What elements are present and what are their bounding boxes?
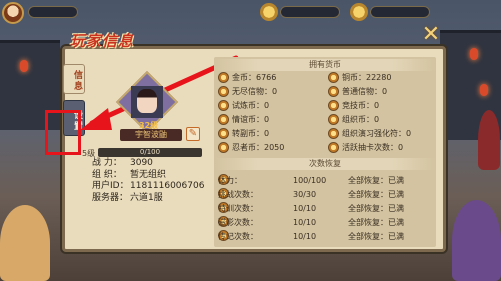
currency-icon	[218, 86, 229, 97]
edit-name-button[interactable]: ✎	[186, 127, 200, 141]
currency-icon	[328, 72, 339, 83]
recovery-section-title: 次数恢复	[214, 158, 436, 170]
currency-icon	[328, 142, 339, 153]
currency-item: 竞技币：0	[328, 100, 379, 112]
currency-icon	[218, 142, 229, 153]
currency-item: 活跃抽卡次数：0	[328, 142, 403, 154]
currency-item: 组织币：0	[328, 114, 379, 126]
stat-row: 服务器： 六道1服	[92, 192, 163, 203]
currency-icon	[218, 72, 229, 83]
currency-icon	[328, 86, 339, 97]
currency-item: 忍者币：2050	[218, 142, 284, 154]
exp-value: 0/100	[139, 148, 161, 156]
currency-item: 组织演习强化符：0	[328, 128, 411, 140]
recovery-row: 磁影次数： 10/10 全部恢复：已满	[218, 216, 404, 227]
currency-item: 金币：6766	[218, 72, 276, 84]
stat-row: 组 织： 暂无组织	[92, 169, 167, 180]
currency-icon	[218, 100, 229, 111]
currency-section-title: 拥有货币	[214, 59, 436, 71]
avatar-portrait	[137, 89, 157, 113]
currency-icon	[218, 114, 229, 125]
recovery-row: 体力： 100/100 全部恢复：已满	[218, 174, 404, 185]
currency-icon	[328, 100, 339, 111]
stat-row: 战 力： 3090	[92, 158, 153, 168]
stat-row: 用户ID：1181116006706	[92, 181, 205, 191]
currency-icon	[328, 128, 339, 139]
currency-item: 情谊币：0	[218, 114, 269, 126]
currency-item: 转副币：0	[218, 128, 269, 140]
player-stats: 战 力： 3090 组 织： 暂无组织 用户ID：1181116006706 服务器…	[92, 158, 204, 204]
currency-icon	[218, 128, 229, 139]
recovery-row: 挑战次数： 30/30 全部恢复：已满	[218, 188, 404, 199]
player-name: 宇智波鼬	[120, 129, 182, 141]
currency-icon	[328, 114, 339, 125]
recovery-row: 传记次数： 10/10 全部恢复：已满	[218, 230, 404, 241]
currency-item: 铜币：22280	[328, 72, 391, 84]
currency-item: 普通信物：0	[328, 86, 387, 98]
currency-item: 无尽信物：0	[218, 86, 277, 98]
currency-item: 试炼币：0	[218, 100, 269, 112]
recovery-row: 特训次数： 10/10 全部恢复：已满	[218, 202, 404, 213]
